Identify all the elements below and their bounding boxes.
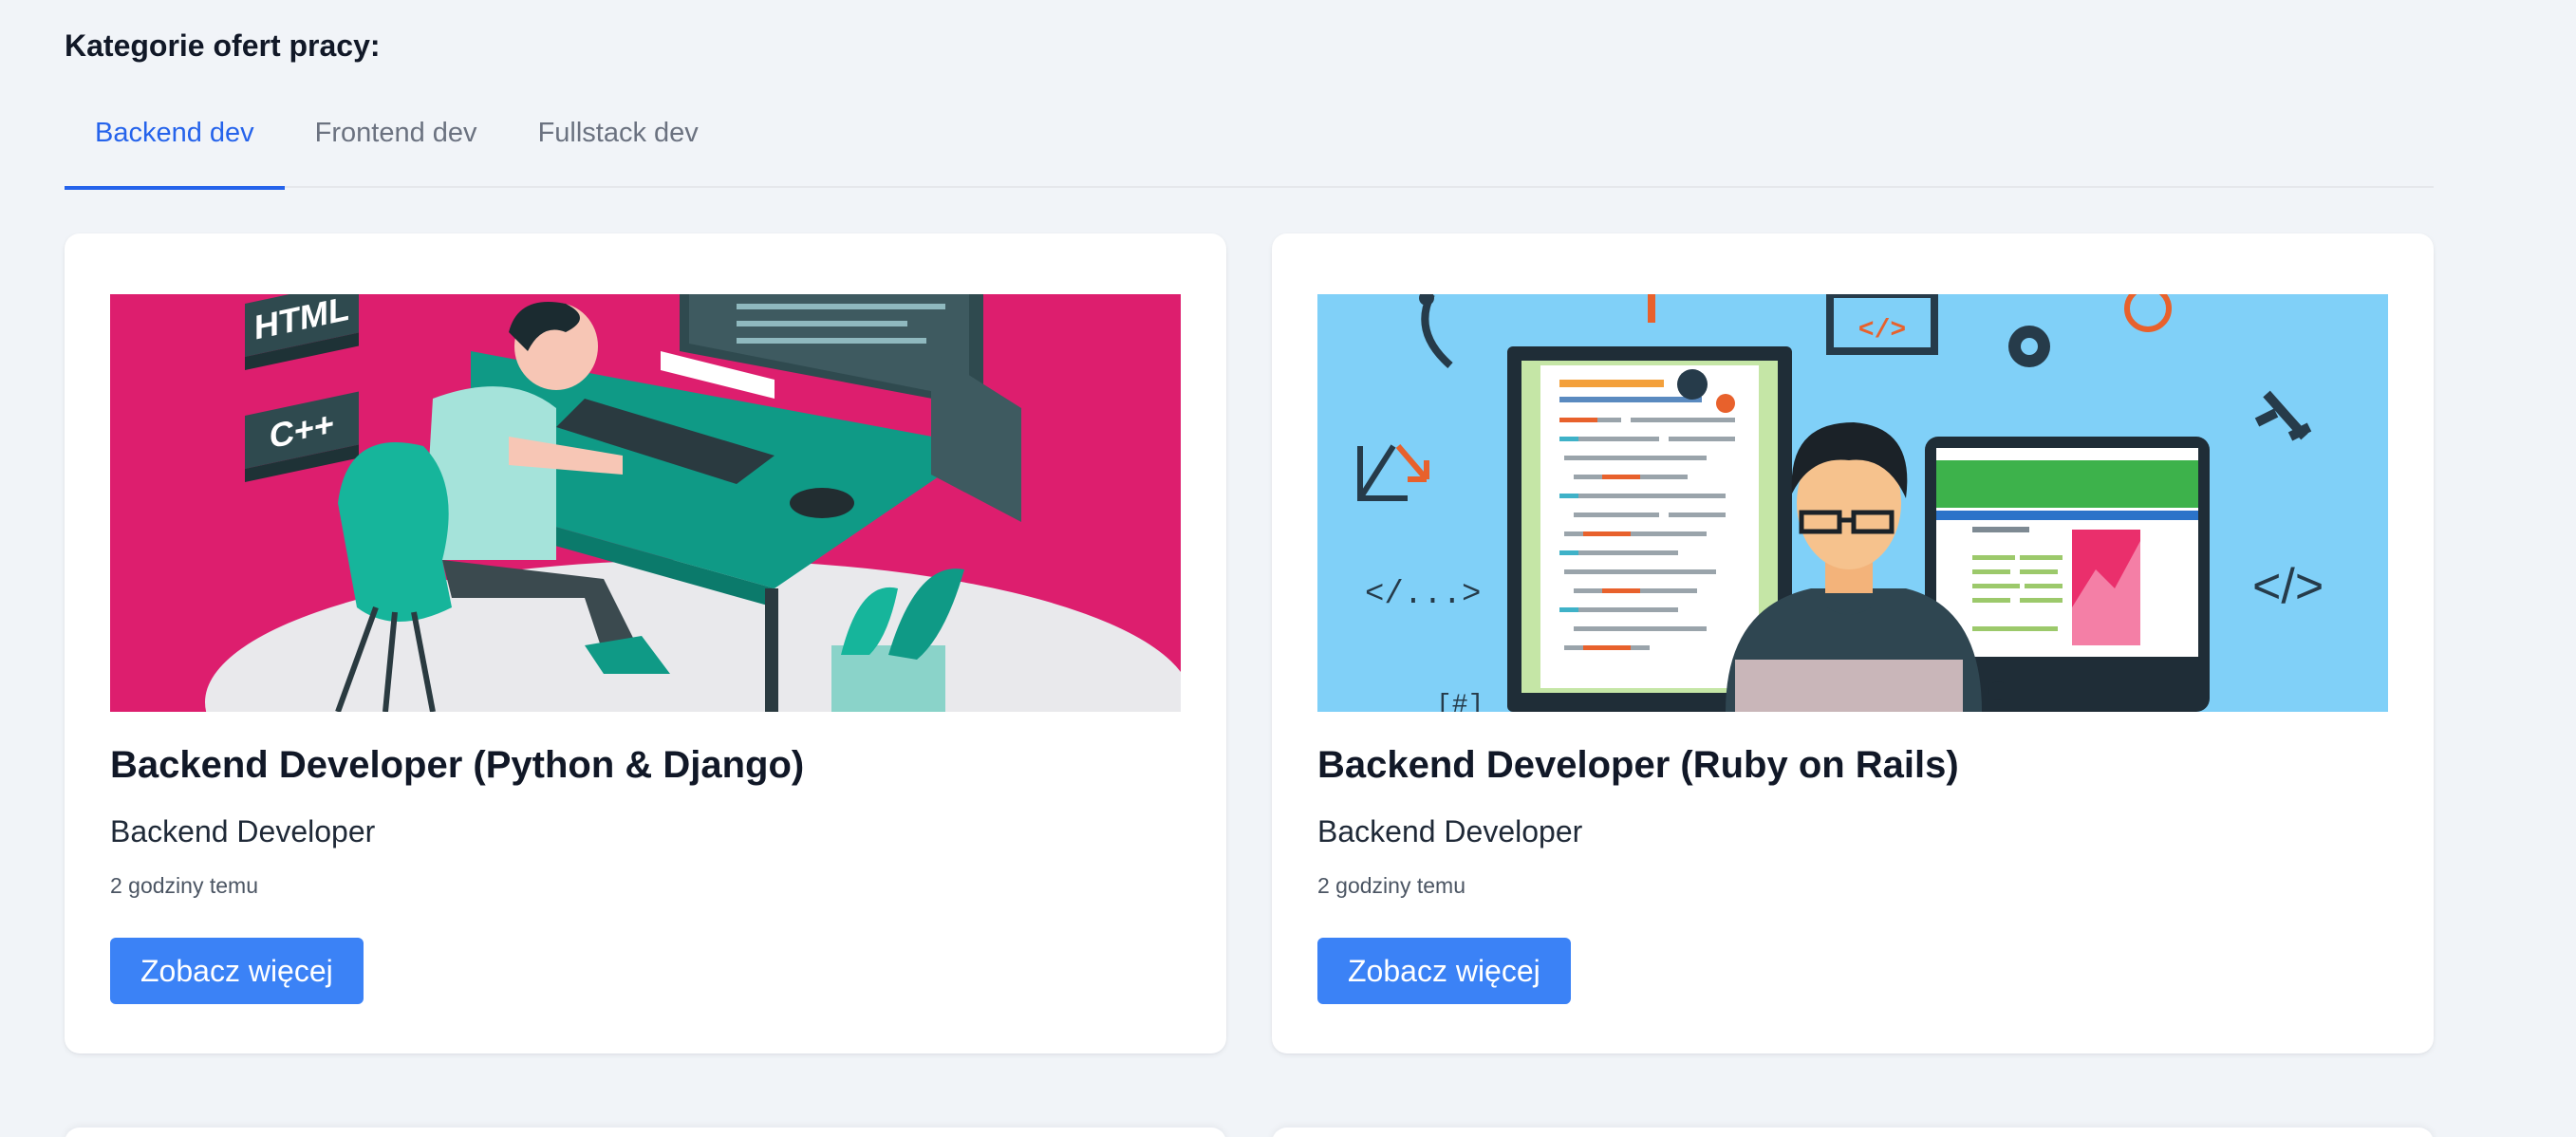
see-more-button[interactable]: Zobacz więcej	[1317, 938, 1571, 1004]
job-card-image: HTML C++	[110, 294, 1181, 712]
code-tag-right-label: </>	[2252, 559, 2324, 614]
job-title: Backend Developer (Ruby on Rails)	[1317, 744, 1959, 786]
job-posted-time: 2 godziny temu	[110, 873, 258, 898]
job-role: Backend Developer	[110, 814, 376, 848]
job-card-partial	[65, 1128, 1226, 1137]
tab-backend-dev[interactable]: Backend dev	[65, 104, 285, 190]
category-tabs: Backend dev Frontend dev Fullstack dev	[65, 104, 2434, 190]
job-posted-time: 2 godziny temu	[1317, 873, 1465, 898]
job-role: Backend Developer	[1317, 814, 1583, 848]
see-more-button[interactable]: Zobacz więcej	[110, 938, 364, 1004]
tab-frontend-dev[interactable]: Frontend dev	[285, 104, 508, 188]
developer-at-desk-illustration: HTML C++	[110, 294, 1181, 712]
bracket-hash-label: [#]	[1436, 691, 1484, 712]
job-card: </> </...> </> [#] Backend Developer (Ru…	[1272, 233, 2434, 1053]
job-categories-page: Kategorie ofert pracy: Backend dev Front…	[0, 0, 2576, 1137]
developer-with-laptop-illustration: </> </...> </> [#]	[1317, 294, 2388, 712]
section-title: Kategorie ofert pracy:	[65, 28, 381, 63]
code-tag-top-label: </>	[1858, 316, 1906, 345]
job-card-partial	[1272, 1128, 2434, 1137]
job-card: HTML C++ Backend Developer (Python & Dja…	[65, 233, 1226, 1053]
job-title: Backend Developer (Python & Django)	[110, 744, 805, 786]
code-tag-left-label: </...>	[1365, 577, 1481, 613]
tab-fullstack-dev[interactable]: Fullstack dev	[508, 104, 729, 188]
job-card-image: </> </...> </> [#]	[1317, 294, 2388, 712]
